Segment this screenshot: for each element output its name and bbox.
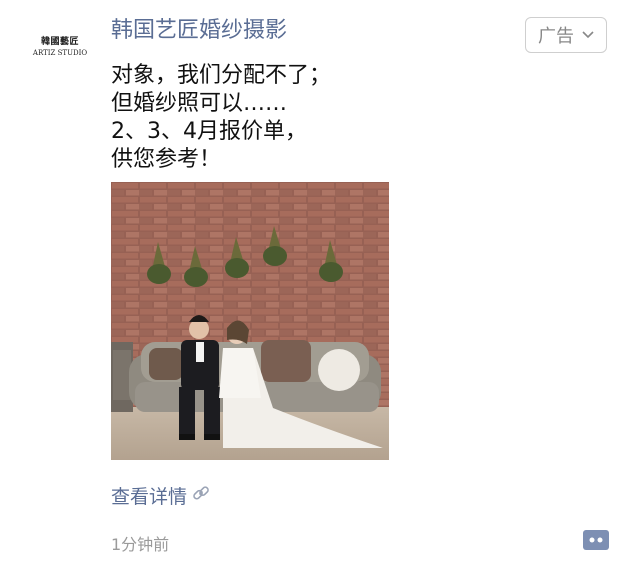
post-line: 2、3、4月报价单，: [111, 119, 307, 144]
wedding-photo[interactable]: [111, 182, 389, 460]
link-icon: [191, 483, 211, 508]
account-avatar[interactable]: 韓國藝匠 ARTIZ STUDIO: [20, 22, 100, 68]
post-line: 对象，我们分配不了；: [111, 63, 332, 88]
logo-text-en: ARTIZ STUDIO: [32, 48, 88, 57]
view-details-label: 查看详情: [111, 486, 188, 508]
post-line: 但婚纱照可以……: [111, 91, 288, 116]
chevron-down-icon: [582, 28, 594, 43]
logo-text-cn: 韓國藝匠: [40, 36, 79, 47]
ad-tag-label: 广告: [538, 26, 574, 47]
post-line: 供您参考！: [111, 147, 222, 172]
view-details-link[interactable]: 查看详情: [111, 482, 211, 509]
post-text: 对象，我们分配不了； 但婚纱照可以…… 2、3、4月报价单， 供您参考！: [111, 62, 511, 174]
account-name[interactable]: 韩国艺匠婚纱摄影: [111, 18, 287, 44]
comment-dots-icon[interactable]: [582, 528, 610, 552]
ad-tag-button[interactable]: 广告: [525, 17, 607, 53]
post-time: 1分钟前: [111, 535, 170, 554]
